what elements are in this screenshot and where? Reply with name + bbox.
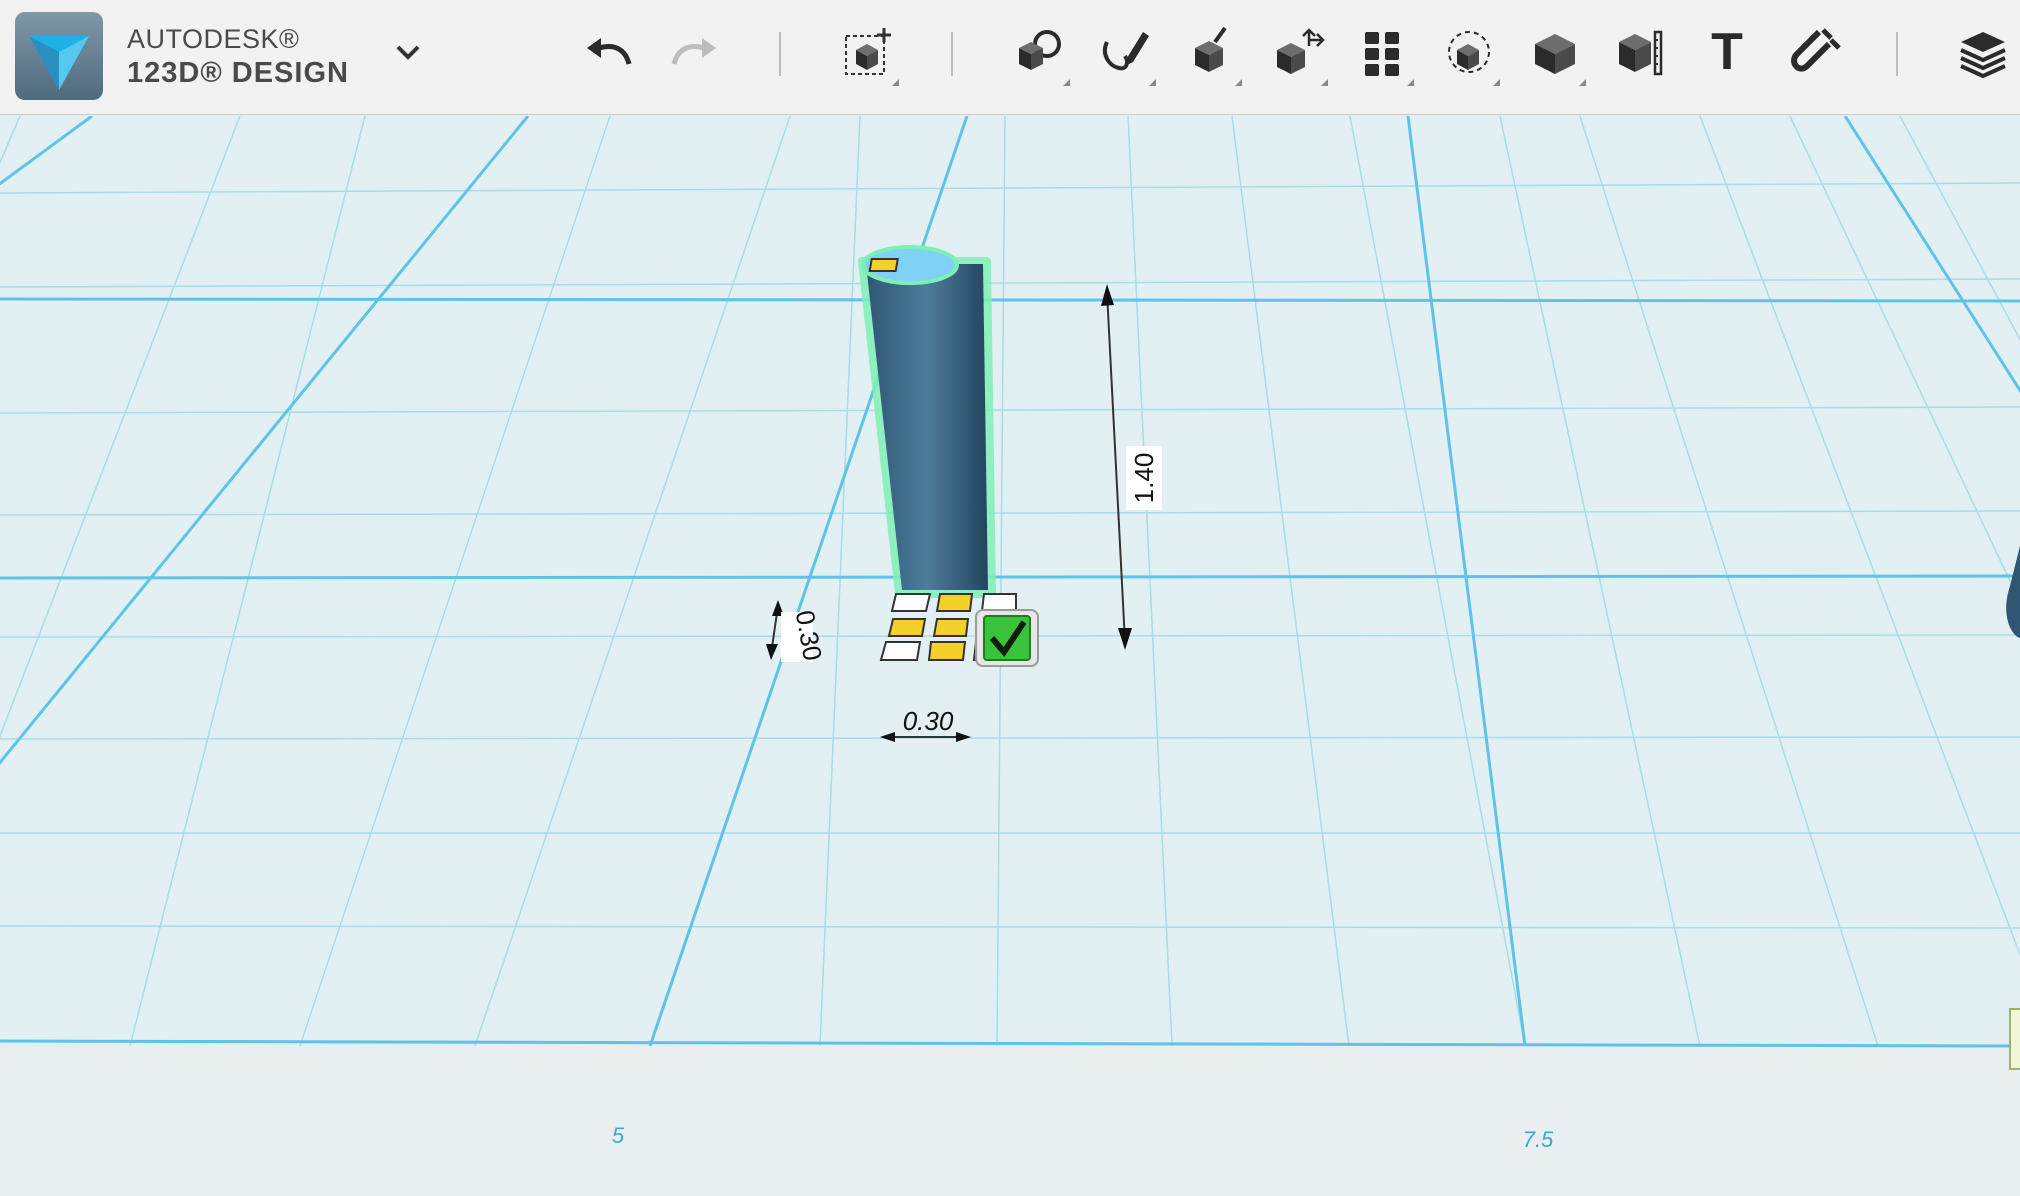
grouping-button[interactable] <box>1434 20 1504 86</box>
layers-button[interactable] <box>1948 20 2018 84</box>
confirm-checkmark-button[interactable] <box>975 609 1039 667</box>
toolbar-separator <box>951 32 953 76</box>
offscreen-handle[interactable] <box>2009 1008 2020 1070</box>
measure-icon <box>1619 30 1663 76</box>
redo-button[interactable] <box>659 20 729 84</box>
primitives-icon <box>1019 30 1061 70</box>
construct-button[interactable] <box>1176 20 1246 86</box>
modify-button[interactable] <box>1262 20 1332 86</box>
sketch-button[interactable] <box>1090 20 1160 86</box>
app-brand: AUTODESK® 123D® DESIGN <box>127 24 349 90</box>
floor-margin <box>0 1046 2020 1191</box>
combine-button[interactable] <box>1520 20 1590 86</box>
transform-button[interactable] <box>833 20 903 86</box>
construct-dropdown-indicator <box>1235 79 1242 86</box>
text-icon: T <box>1711 23 1743 81</box>
scene[interactable]: 1.40 0.30 0.30 5 7.5 <box>0 114 2020 1191</box>
brand-line-1: AUTODESK® <box>127 24 300 54</box>
height-dimension-label: 1.40 <box>1129 453 1159 504</box>
layers-icon <box>1960 32 2006 79</box>
3d-viewport[interactable]: 1.40 0.30 0.30 5 7.5 <box>0 114 2020 1191</box>
top-handle[interactable] <box>868 258 899 272</box>
toolbar-separator <box>1896 32 1898 76</box>
snap-button[interactable] <box>1778 20 1848 84</box>
text-button[interactable]: T <box>1692 20 1762 84</box>
measure-button[interactable] <box>1606 20 1676 84</box>
app-menu-button[interactable] <box>373 20 443 84</box>
grid-plane[interactable] <box>0 116 2020 1046</box>
sketch-pen-icon <box>1102 32 1149 71</box>
transform-cube-icon <box>845 28 891 75</box>
redo-arrow-icon <box>671 38 716 65</box>
pattern-dropdown-indicator <box>1407 79 1414 86</box>
primitives-dropdown-indicator <box>1063 79 1070 86</box>
pattern-icon <box>1365 32 1399 76</box>
transform-dropdown-indicator <box>892 79 899 86</box>
modify-dropdown-indicator <box>1321 79 1328 86</box>
pattern-button[interactable] <box>1348 20 1418 86</box>
primitives-button[interactable] <box>1004 20 1074 86</box>
grouping-icon <box>1448 31 1490 73</box>
ruler-mark-5: 5 <box>612 1123 625 1148</box>
brand-line-2: 123D® DESIGN <box>127 57 349 89</box>
combine-icon <box>1535 34 1575 74</box>
sketch-dropdown-indicator <box>1149 79 1156 86</box>
undo-button[interactable] <box>574 20 644 84</box>
ruler-mark-7-5: 7.5 <box>1523 1127 1554 1152</box>
construct-icon <box>1195 26 1227 72</box>
top-toolbar: AUTODESK® 123D® DESIGN T <box>0 0 2020 115</box>
width-dimension-label: 0.30 <box>903 706 954 736</box>
chevron-down-icon <box>396 45 420 60</box>
grouping-dropdown-indicator <box>1493 79 1500 86</box>
magnet-icon <box>1791 28 1841 72</box>
modify-icon <box>1277 28 1325 74</box>
undo-arrow-icon <box>587 38 632 65</box>
app-logo[interactable] <box>15 12 103 100</box>
combine-dropdown-indicator <box>1579 79 1586 86</box>
toolbar-separator <box>779 32 781 76</box>
